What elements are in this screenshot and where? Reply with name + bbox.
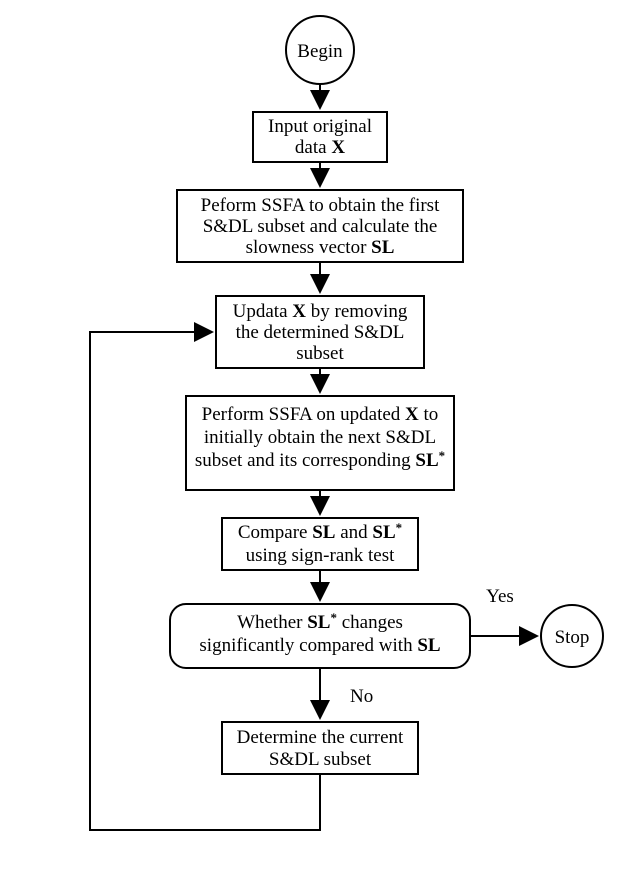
node-ssfa-next-line1: Perform SSFA on updated X to bbox=[202, 404, 439, 425]
node-update-line1: Updata X by removing bbox=[233, 301, 408, 322]
node-input-line2: data X bbox=[295, 137, 345, 158]
node-compare-line1: Compare SL and SL* bbox=[238, 520, 402, 543]
node-ssfa-first-line3: slowness vector SL bbox=[246, 237, 395, 258]
node-ssfa-next-line3: subset and its corresponding SL* bbox=[195, 448, 445, 471]
node-input-line1: Input original bbox=[268, 116, 372, 137]
node-update-line3: subset bbox=[296, 343, 344, 364]
node-determine-line2: S&DL subset bbox=[269, 749, 372, 770]
node-decision-line1: Whether SL* changes bbox=[237, 610, 403, 633]
node-determine-line1: Determine the current bbox=[237, 727, 404, 748]
node-ssfa-next-line2: initially obtain the next S&DL bbox=[204, 427, 436, 448]
node-compare-line2: using sign-rank test bbox=[246, 545, 396, 566]
flowchart: Begin Input original data X Peform SSFA … bbox=[0, 0, 640, 895]
edge-label-no: No bbox=[350, 686, 373, 707]
node-decision-line2: significantly compared with SL bbox=[199, 635, 440, 656]
node-ssfa-first-line1: Peform SSFA to obtain the first bbox=[201, 195, 440, 216]
edge-label-yes: Yes bbox=[486, 586, 514, 607]
node-ssfa-first-line2: S&DL subset and calculate the bbox=[203, 216, 438, 237]
node-update-line2: the determined S&DL bbox=[236, 322, 405, 343]
node-stop-label: Stop bbox=[555, 627, 590, 648]
node-begin-label: Begin bbox=[297, 41, 343, 62]
